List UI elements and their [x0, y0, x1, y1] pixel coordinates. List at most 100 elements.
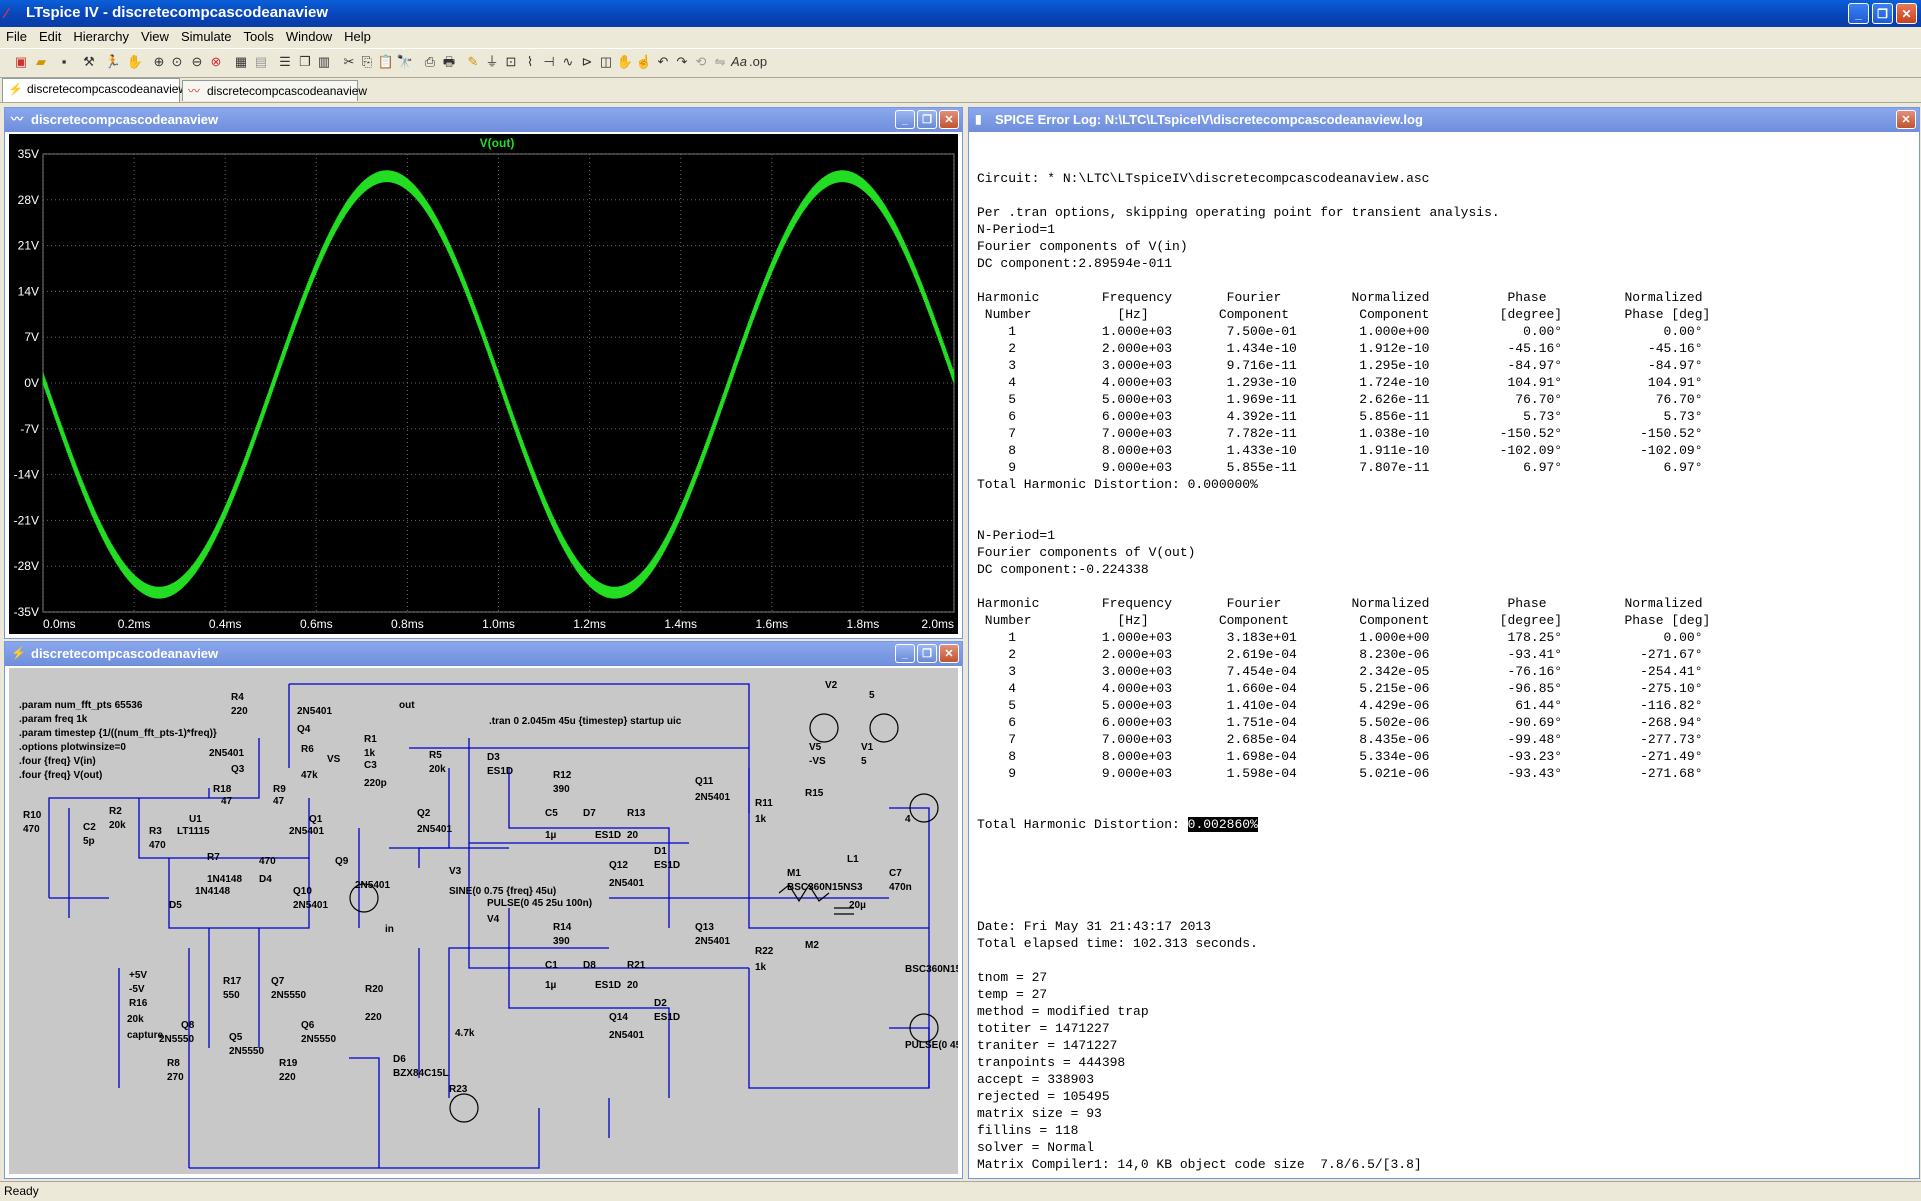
component-label[interactable]: 4 [905, 814, 911, 825]
pan-icon[interactable]: ⊙ [168, 53, 186, 71]
component-label[interactable]: Q12 [609, 860, 628, 871]
component-label[interactable]: 2N5401 [293, 900, 328, 911]
component-label[interactable]: 1µ [545, 830, 557, 841]
waveform-maximize-button[interactable]: ❐ [917, 110, 937, 129]
component-label[interactable]: Q1 [309, 814, 323, 825]
spice-directive[interactable]: .param freq 1k [19, 714, 88, 725]
label-net-icon[interactable]: ⊡ [502, 53, 520, 71]
component-label[interactable]: D3 [487, 752, 500, 763]
component-label[interactable]: 2N5401 [695, 936, 730, 947]
component-label[interactable]: R2 [109, 806, 122, 817]
component-label[interactable]: R22 [755, 946, 774, 957]
component-label[interactable]: 220 [365, 1012, 382, 1023]
cascade-icon[interactable]: ❐ [296, 53, 314, 71]
component-label[interactable]: 2N5401 [297, 706, 332, 717]
component-label[interactable]: -VS [809, 756, 826, 767]
schematic-drawing[interactable]: .param num_fft_pts 65536 .param freq 1k .p… [9, 668, 958, 1174]
move-icon[interactable]: ✋ [616, 53, 634, 71]
component-label[interactable]: +5V [129, 970, 147, 981]
component-label[interactable]: C1 [545, 960, 558, 971]
component-label[interactable]: D6 [393, 1054, 406, 1065]
menu-hierarchy[interactable]: Hierarchy [67, 27, 135, 47]
halt-icon[interactable]: ✋ [126, 53, 144, 71]
component-label[interactable]: VS [327, 754, 341, 765]
component-label[interactable]: R15 [805, 788, 824, 799]
component-icon[interactable]: ◫ [597, 53, 615, 71]
component-label[interactable]: R4 [231, 692, 244, 703]
component-label[interactable]: Q10 [293, 886, 312, 897]
redo-icon[interactable]: ↷ [673, 53, 691, 71]
component-label[interactable]: M2 [805, 940, 819, 951]
find-icon[interactable]: 🔭 [396, 53, 414, 71]
component-label[interactable]: D4 [259, 874, 272, 885]
spice-directive[interactable]: .param num_fft_pts 65536 [19, 700, 143, 711]
component-label[interactable]: 20k [429, 764, 446, 775]
component-label[interactable]: ES1D [487, 766, 513, 777]
component-label[interactable]: 20µ [849, 900, 866, 911]
schematic-close-button[interactable]: ✕ [939, 644, 959, 663]
component-label[interactable]: R7 [207, 852, 220, 863]
component-label[interactable]: BSC360N15NS3 [787, 882, 863, 893]
menu-tools[interactable]: Tools [238, 27, 280, 47]
tab-schematic[interactable]: ⚡ discretecompcascodeanaview [2, 78, 187, 102]
schematic-window[interactable]: ⚡ discretecompcascodeanaview _ ❐ ✕ .para… [4, 641, 963, 1179]
waveform-minimize-button[interactable]: _ [895, 110, 915, 129]
component-label[interactable]: 390 [553, 936, 570, 947]
copy-icon[interactable]: ⎘ [358, 53, 376, 71]
component-label[interactable]: 5 [861, 756, 867, 767]
menu-file[interactable]: File [0, 27, 33, 47]
component-label[interactable]: LT1115 [177, 826, 210, 837]
component-label[interactable]: 2N5550 [271, 990, 306, 1001]
component-label[interactable]: 2N5550 [159, 1034, 194, 1045]
spice-directive[interactable]: .param timestep {1/((num_fft_pts-1)*freq… [19, 728, 217, 739]
waveform-window-titlebar[interactable]: 〰 discretecompcascodeanaview _ ❐ ✕ [5, 108, 962, 132]
component-label[interactable]: 470n [889, 882, 912, 893]
component-label[interactable]: R1 [364, 734, 377, 745]
schematic-window-titlebar[interactable]: ⚡ discretecompcascodeanaview _ ❐ ✕ [5, 642, 962, 666]
component-label[interactable]: BSC360N15NS3 [905, 964, 958, 975]
component-label[interactable]: 2N5401 [417, 824, 452, 835]
component-label[interactable]: D8 [583, 960, 596, 971]
diode-icon[interactable]: ⊳ [578, 53, 596, 71]
component-label[interactable]: R6 [301, 744, 314, 755]
component-label[interactable]: D7 [583, 808, 596, 819]
schematic-minimize-button[interactable]: _ [895, 644, 915, 663]
component-label[interactable]: Q13 [695, 922, 714, 933]
ground-icon[interactable]: ⏚ [483, 53, 501, 71]
wire-icon[interactable]: ✎ [464, 53, 482, 71]
component-label[interactable]: 47k [301, 770, 318, 781]
component-label[interactable]: V5 [809, 742, 822, 753]
component-label[interactable]: D2 [654, 998, 667, 1009]
component-label[interactable]: 20k [109, 820, 126, 831]
component-label[interactable]: 220 [231, 706, 248, 717]
component-label[interactable]: 2N5401 [609, 1030, 644, 1041]
component-label[interactable]: R8 [167, 1058, 180, 1069]
component-label[interactable]: R16 [129, 998, 148, 1009]
component-label[interactable]: C5 [545, 808, 558, 819]
component-label[interactable]: R20 [365, 984, 384, 995]
component-label[interactable]: R13 [627, 808, 646, 819]
component-label[interactable]: R5 [429, 750, 442, 761]
component-label[interactable]: 2N5401 [289, 826, 324, 837]
component-label[interactable]: 20 [627, 980, 639, 991]
component-label[interactable]: out [399, 700, 415, 711]
minimize-button[interactable]: _ [1848, 3, 1869, 24]
component-label[interactable]: C2 [83, 822, 96, 833]
undo-icon[interactable]: ↶ [654, 53, 672, 71]
inductor-icon[interactable]: ∿ [559, 53, 577, 71]
component-label[interactable]: R21 [627, 960, 646, 971]
spice-directive[interactable]: .four {freq} V(in) [19, 756, 96, 767]
component-label[interactable]: R18 [213, 784, 232, 795]
component-label[interactable]: 1k [364, 748, 376, 759]
run-icon[interactable]: 🏃 [104, 53, 122, 71]
component-label[interactable]: D1 [654, 846, 667, 857]
component-label[interactable]: C3 [364, 760, 377, 771]
schematic-canvas[interactable]: .param num_fft_pts 65536 .param freq 1k .p… [9, 668, 958, 1174]
component-label[interactable]: ES1D [654, 1012, 680, 1023]
paste-icon[interactable]: 📋 [377, 53, 395, 71]
component-label[interactable]: D5 [169, 900, 182, 911]
component-label[interactable]: U1 [189, 814, 202, 825]
component-label[interactable]: R19 [279, 1058, 298, 1069]
print-setup-icon[interactable]: ⎙ [421, 53, 439, 71]
menu-window[interactable]: Window [280, 27, 338, 47]
